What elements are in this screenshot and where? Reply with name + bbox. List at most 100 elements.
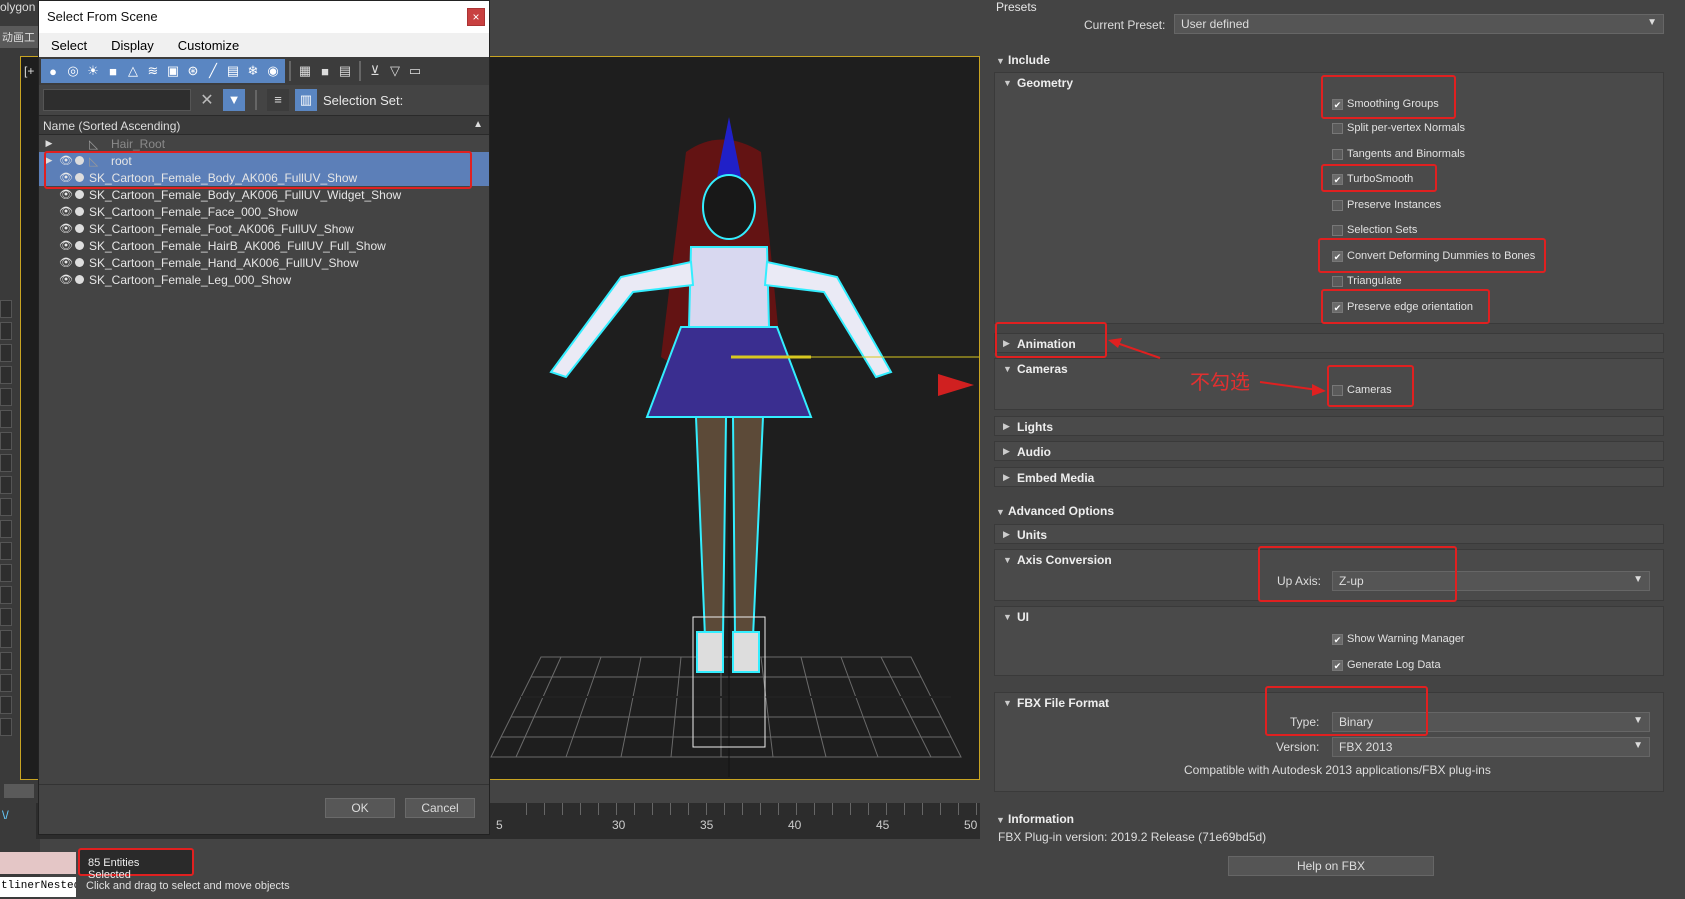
freeze-dot-icon[interactable] xyxy=(73,207,85,217)
left-panel-button[interactable] xyxy=(4,784,34,798)
search-input[interactable] xyxy=(43,89,191,111)
collapse-triangle-icon[interactable]: ▼ xyxy=(1003,555,1012,565)
left-tool-button[interactable] xyxy=(0,344,12,362)
tree-row[interactable]: ▶ 👁 ◺ root xyxy=(39,152,489,169)
invert-selection-icon[interactable]: ▤ xyxy=(335,61,355,81)
eye-icon[interactable]: 👁 xyxy=(59,205,73,218)
cameras-filter-icon[interactable]: ■ xyxy=(103,61,123,81)
split-normals-checkbox[interactable]: Split per-vertex Normals xyxy=(1332,122,1465,134)
audio-header[interactable]: Audio xyxy=(1017,445,1051,459)
left-tool-button[interactable] xyxy=(0,388,12,406)
ui-header[interactable]: UI xyxy=(1017,610,1029,624)
preserve-instances-checkbox[interactable]: Preserve Instances xyxy=(1332,199,1441,211)
lights-header[interactable]: Lights xyxy=(1017,420,1053,434)
fbx-file-format-header[interactable]: FBX File Format xyxy=(1017,696,1109,710)
units-section[interactable]: ▶ Units xyxy=(994,524,1664,544)
tree-row[interactable]: 👁 SK_Cartoon_Female_Face_000_Show xyxy=(39,203,489,220)
audio-section[interactable]: ▶ Audio xyxy=(994,441,1664,461)
freeze-dot-icon[interactable] xyxy=(73,190,85,200)
left-tool-button[interactable] xyxy=(0,718,12,736)
collapse-triangle-icon[interactable]: ▼ xyxy=(1003,364,1012,374)
axis-conversion-header[interactable]: Axis Conversion xyxy=(1017,553,1112,567)
tree-row[interactable]: 👁 SK_Cartoon_Female_Leg_000_Show xyxy=(39,271,489,288)
spacewarps-filter-icon[interactable]: ≋ xyxy=(143,61,163,81)
dialog-titlebar[interactable]: Select From Scene × xyxy=(39,1,489,33)
triangulate-checkbox[interactable]: Triangulate xyxy=(1332,275,1402,287)
expand-triangle-icon[interactable]: ▶ xyxy=(1003,529,1010,540)
tree-row[interactable]: 👁 SK_Cartoon_Female_Hand_AK006_FullUV_Sh… xyxy=(39,254,489,271)
embed-media-section[interactable]: ▶ Embed Media xyxy=(994,467,1664,487)
curve-icon[interactable]: \/ xyxy=(2,808,9,822)
close-button[interactable]: × xyxy=(467,8,485,26)
eye-icon[interactable]: 👁 xyxy=(59,154,73,167)
left-tool-button[interactable] xyxy=(0,410,12,428)
version-dropdown[interactable]: FBX 2013 ▼ xyxy=(1332,737,1650,757)
freeze-dot-icon[interactable] xyxy=(73,275,85,285)
viewport-label[interactable]: [+ xyxy=(24,64,34,78)
expand-triangle-icon[interactable]: ▶ xyxy=(1003,338,1010,349)
menu-customize[interactable]: Customize xyxy=(166,38,251,53)
left-tool-button[interactable] xyxy=(0,696,12,714)
include-header[interactable]: Include xyxy=(1008,53,1050,67)
cameras-header[interactable]: Cameras xyxy=(1017,362,1068,376)
collapse-triangle-icon[interactable]: ▼ xyxy=(996,815,1005,825)
collapse-triangle-icon[interactable]: ▼ xyxy=(996,56,1005,66)
freeze-dot-icon[interactable] xyxy=(73,258,85,268)
current-preset-dropdown[interactable]: User defined ▼ xyxy=(1174,14,1664,34)
information-header[interactable]: Information xyxy=(1008,812,1074,826)
left-tool-button[interactable] xyxy=(0,432,12,450)
collapse-triangle-icon[interactable]: ▼ xyxy=(1003,612,1012,622)
left-tool-button[interactable] xyxy=(0,454,12,472)
clear-search-icon[interactable]: ✕ xyxy=(197,90,217,110)
units-header[interactable]: Units xyxy=(1017,528,1047,542)
shapes-filter-icon[interactable]: ◎ xyxy=(63,61,83,81)
left-tool-button[interactable] xyxy=(0,322,12,340)
generate-log-checkbox[interactable]: ✔ Generate Log Data xyxy=(1332,659,1441,671)
name-column-header[interactable]: Name (Sorted Ascending) ▲ xyxy=(39,115,489,135)
collapse-triangle-icon[interactable]: ▼ xyxy=(1003,698,1012,708)
layers-icon[interactable]: ≡ xyxy=(267,89,289,111)
menu-select[interactable]: Select xyxy=(39,38,99,53)
tree-row[interactable]: 👁 SK_Cartoon_Female_Body_AK006_FullUV_Sh… xyxy=(39,169,489,186)
tree-row[interactable]: 👁 SK_Cartoon_Female_HairB_AK006_FullUV_F… xyxy=(39,237,489,254)
helpers-filter-icon[interactable]: △ xyxy=(123,61,143,81)
ribbon-tab[interactable]: 动画工 xyxy=(0,26,42,48)
left-tool-button[interactable] xyxy=(0,366,12,384)
funnel-icon[interactable]: ▽ xyxy=(385,61,405,81)
eye-icon[interactable]: 👁 xyxy=(59,188,73,201)
eye-icon[interactable]: 👁 xyxy=(59,171,73,184)
select-none-icon[interactable]: ■ xyxy=(315,61,335,81)
groups-filter-icon[interactable]: ▣ xyxy=(163,61,183,81)
frozen-filter-icon[interactable]: ❄ xyxy=(243,61,263,81)
filter-toggle-icon[interactable]: ⊻ xyxy=(365,61,385,81)
left-tool-button[interactable] xyxy=(0,564,12,582)
eye-icon[interactable]: 👁 xyxy=(59,256,73,269)
show-warning-manager-checkbox[interactable]: ✔ Show Warning Manager xyxy=(1332,633,1465,645)
left-tool-button[interactable] xyxy=(0,652,12,670)
geometry-filter-icon[interactable]: ● xyxy=(43,61,63,81)
smoothing-groups-checkbox[interactable]: ✔ Smoothing Groups xyxy=(1332,98,1439,110)
geometry-header[interactable]: Geometry xyxy=(1017,76,1073,90)
select-all-icon[interactable]: ▦ xyxy=(295,61,315,81)
left-tool-button[interactable] xyxy=(0,674,12,692)
containers-filter-icon[interactable]: ▤ xyxy=(223,61,243,81)
collapse-triangle-icon[interactable]: ▼ xyxy=(996,507,1005,517)
left-tool-button[interactable] xyxy=(0,586,12,604)
ok-button[interactable]: OK xyxy=(325,798,395,818)
left-tool-button[interactable] xyxy=(0,630,12,648)
collapse-triangle-icon[interactable]: ▼ xyxy=(1003,78,1012,88)
eye-icon[interactable]: 👁 xyxy=(59,222,73,235)
lights-section[interactable]: ▶ Lights xyxy=(994,416,1664,436)
filter-funnel-icon[interactable]: ▼ xyxy=(223,89,245,111)
preserve-edge-orientation-checkbox[interactable]: ✔ Preserve edge orientation xyxy=(1332,301,1473,313)
hidden-filter-icon[interactable]: ◉ xyxy=(263,61,283,81)
expand-triangle-icon[interactable]: ▶ xyxy=(1003,421,1010,432)
hierarchy-icon[interactable]: ▥ xyxy=(295,89,317,111)
tree-row[interactable]: 👁 SK_Cartoon_Female_Foot_AK006_FullUV_Sh… xyxy=(39,220,489,237)
left-tool-button[interactable] xyxy=(0,498,12,516)
maxscript-listener[interactable] xyxy=(0,852,76,874)
expand-arrow-icon[interactable]: ▶ xyxy=(43,138,55,149)
help-on-fbx-button[interactable]: Help on FBX xyxy=(1228,856,1434,876)
folder-icon[interactable]: ▭ xyxy=(405,61,425,81)
expand-triangle-icon[interactable]: ▶ xyxy=(1003,446,1010,457)
